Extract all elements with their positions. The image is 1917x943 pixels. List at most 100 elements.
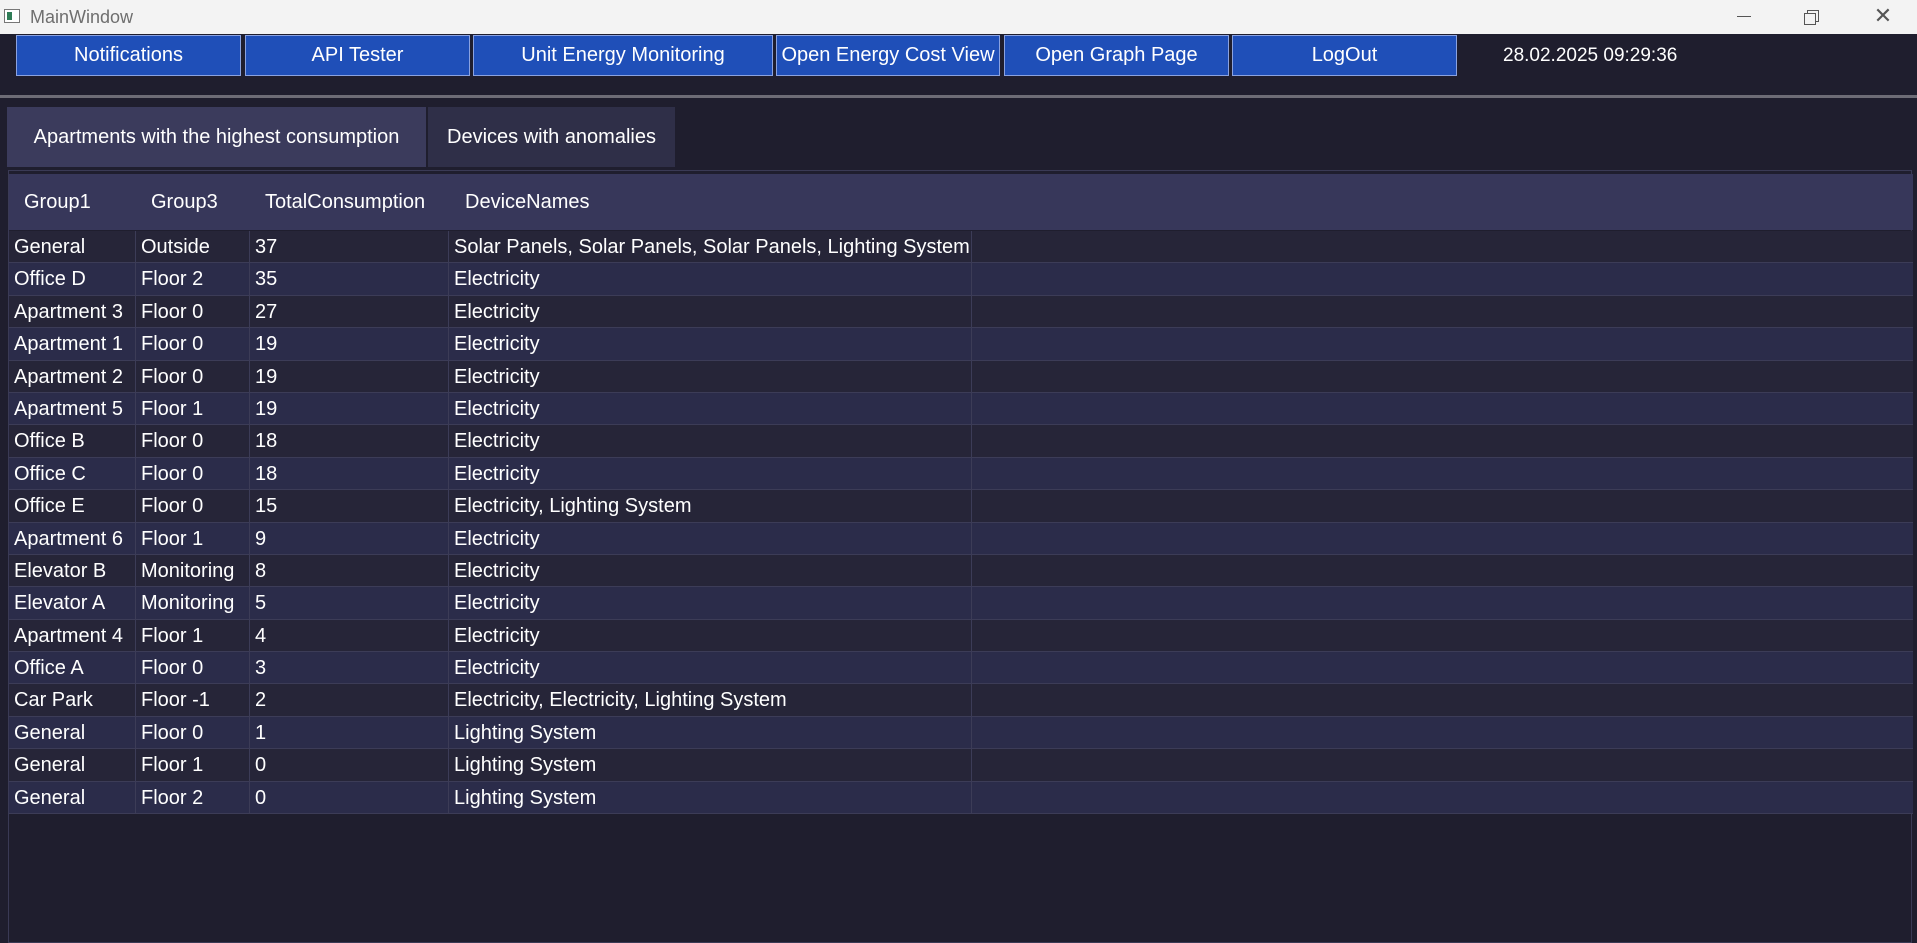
cell-devicenames[interactable]: Lighting System [449,781,972,814]
cell-totalconsumption[interactable]: 5 [250,587,449,620]
table-row[interactable]: Apartment 1 Floor 0 19 Electricity [9,328,1913,361]
table-row[interactable]: Office B Floor 0 18 Electricity [9,425,1913,458]
cell-group3[interactable]: Monitoring [136,554,250,587]
cell-group3[interactable]: Floor 2 [136,781,250,814]
column-header-group3[interactable]: Group3 [151,174,218,230]
cell-group3[interactable]: Outside [136,231,250,263]
table-row[interactable]: Apartment 3 Floor 0 27 Electricity [9,295,1913,329]
table-row[interactable]: Apartment 4 Floor 1 4 Electricity [9,619,1913,653]
minimize-icon[interactable] [1709,0,1779,34]
table-row[interactable]: Elevator B Monitoring 8 Electricity [9,554,1913,588]
cell-group1[interactable]: Apartment 3 [9,295,136,328]
cell-totalconsumption[interactable]: 19 [250,328,449,361]
table-row[interactable]: General Floor 0 1 Lighting System [9,716,1913,750]
cell-devicenames[interactable]: Electricity [449,652,972,685]
cell-totalconsumption[interactable]: 3 [250,652,449,685]
cell-totalconsumption[interactable]: 1 [250,716,449,749]
cell-devicenames[interactable]: Electricity [449,360,972,393]
cell-totalconsumption[interactable]: 19 [250,392,449,425]
cell-group3[interactable]: Floor 0 [136,457,250,490]
cell-totalconsumption[interactable]: 8 [250,554,449,587]
cell-group3[interactable]: Floor 0 [136,652,250,685]
cell-group3[interactable]: Floor 1 [136,749,250,782]
cell-totalconsumption[interactable]: 18 [250,425,449,458]
cell-totalconsumption[interactable]: 19 [250,360,449,393]
cell-group3[interactable]: Floor 1 [136,522,250,555]
cell-group1[interactable]: General [9,716,136,749]
cell-group3[interactable]: Floor 0 [136,716,250,749]
notifications-button[interactable]: Notifications [16,35,241,76]
cell-totalconsumption[interactable]: 35 [250,263,449,296]
table-row[interactable]: Office A Floor 0 3 Electricity [9,652,1913,685]
cell-group1[interactable]: Office B [9,425,136,458]
cell-devicenames[interactable]: Electricity [449,619,972,652]
table-row[interactable]: Apartment 5 Floor 1 19 Electricity [9,392,1913,426]
restore-icon[interactable] [1777,0,1847,34]
cell-devicenames[interactable]: Electricity [449,522,972,555]
table-row[interactable]: General Floor 1 0 Lighting System [9,749,1913,782]
cell-totalconsumption[interactable]: 4 [250,619,449,652]
table-row[interactable]: Apartment 6 Floor 1 9 Electricity [9,522,1913,555]
cell-devicenames[interactable]: Electricity, Lighting System [449,490,972,523]
open-graph-page-button[interactable]: Open Graph Page [1004,35,1229,76]
cell-devicenames[interactable]: Lighting System [449,716,972,749]
table-row[interactable]: Elevator A Monitoring 5 Electricity [9,587,1913,620]
cell-group1[interactable]: Apartment 1 [9,328,136,361]
cell-devicenames[interactable]: Electricity [449,392,972,425]
table-row[interactable]: General Outside 37 Solar Panels, Solar Pane… [9,231,1913,264]
cell-group1[interactable]: Office A [9,652,136,685]
tab-highest-consumption[interactable]: Apartments with the highest consumption [7,107,426,167]
cell-group1[interactable]: Office D [9,263,136,296]
cell-totalconsumption[interactable]: 2 [250,684,449,717]
cell-totalconsumption[interactable]: 0 [250,749,449,782]
cell-totalconsumption[interactable]: 9 [250,522,449,555]
cell-group1[interactable]: General [9,781,136,814]
cell-group1[interactable]: General [9,749,136,782]
table-row[interactable]: Office E Floor 0 15 Electricity, Lighting S… [9,490,1913,523]
cell-devicenames[interactable]: Electricity [449,263,972,296]
cell-group3[interactable]: Floor 1 [136,619,250,652]
tab-devices-anomalies[interactable]: Devices with anomalies [428,107,675,167]
cell-devicenames[interactable]: Electricity [449,554,972,587]
cell-group1[interactable]: Car Park [9,684,136,717]
cell-group1[interactable]: Apartment 6 [9,522,136,555]
cell-devicenames[interactable]: Solar Panels, Solar Panels, Solar Panels… [449,231,972,263]
column-header-totalconsumption[interactable]: TotalConsumption [265,174,425,230]
close-button[interactable]: ✕ [1848,0,1917,34]
cell-group3[interactable]: Floor 0 [136,425,250,458]
table-row[interactable]: Apartment 2 Floor 0 19 Electricity [9,360,1913,393]
cell-devicenames[interactable]: Electricity [449,295,972,328]
column-header-group1[interactable]: Group1 [24,174,91,230]
cell-group3[interactable]: Floor 0 [136,360,250,393]
cell-group1[interactable]: Elevator A [9,587,136,620]
cell-group1[interactable]: Office C [9,457,136,490]
cell-group3[interactable]: Floor 0 [136,328,250,361]
cell-totalconsumption[interactable]: 15 [250,490,449,523]
logout-button[interactable]: LogOut [1232,35,1457,76]
cell-group1[interactable]: Apartment 4 [9,619,136,652]
cell-devicenames[interactable]: Electricity, Electricity, Lighting Syste… [449,684,972,717]
cell-totalconsumption[interactable]: 18 [250,457,449,490]
cell-devicenames[interactable]: Electricity [449,457,972,490]
cell-devicenames[interactable]: Lighting System [449,749,972,782]
cell-totalconsumption[interactable]: 27 [250,295,449,328]
cell-group3[interactable]: Floor 2 [136,263,250,296]
cell-group3[interactable]: Floor 1 [136,392,250,425]
table-row[interactable]: Car Park Floor -1 2 Electricity, Electricit… [9,684,1913,717]
cell-group3[interactable]: Floor 0 [136,295,250,328]
cell-totalconsumption[interactable]: 37 [250,231,449,263]
cell-group3[interactable]: Floor -1 [136,684,250,717]
cell-devicenames[interactable]: Electricity [449,425,972,458]
table-row[interactable]: Office D Floor 2 35 Electricity [9,263,1913,296]
cell-devicenames[interactable]: Electricity [449,328,972,361]
cell-group1[interactable]: Elevator B [9,554,136,587]
table-row[interactable]: General Floor 2 0 Lighting System [9,781,1913,815]
open-energy-cost-view-button[interactable]: Open Energy Cost View [776,35,1000,76]
table-row[interactable]: Office C Floor 0 18 Electricity [9,457,1913,491]
cell-group3[interactable]: Floor 0 [136,490,250,523]
cell-group1[interactable]: Office E [9,490,136,523]
cell-group1[interactable]: Apartment 2 [9,360,136,393]
cell-totalconsumption[interactable]: 0 [250,781,449,814]
column-header-devicenames[interactable]: DeviceNames [465,174,589,230]
unit-energy-monitoring-button[interactable]: Unit Energy Monitoring [473,35,773,76]
